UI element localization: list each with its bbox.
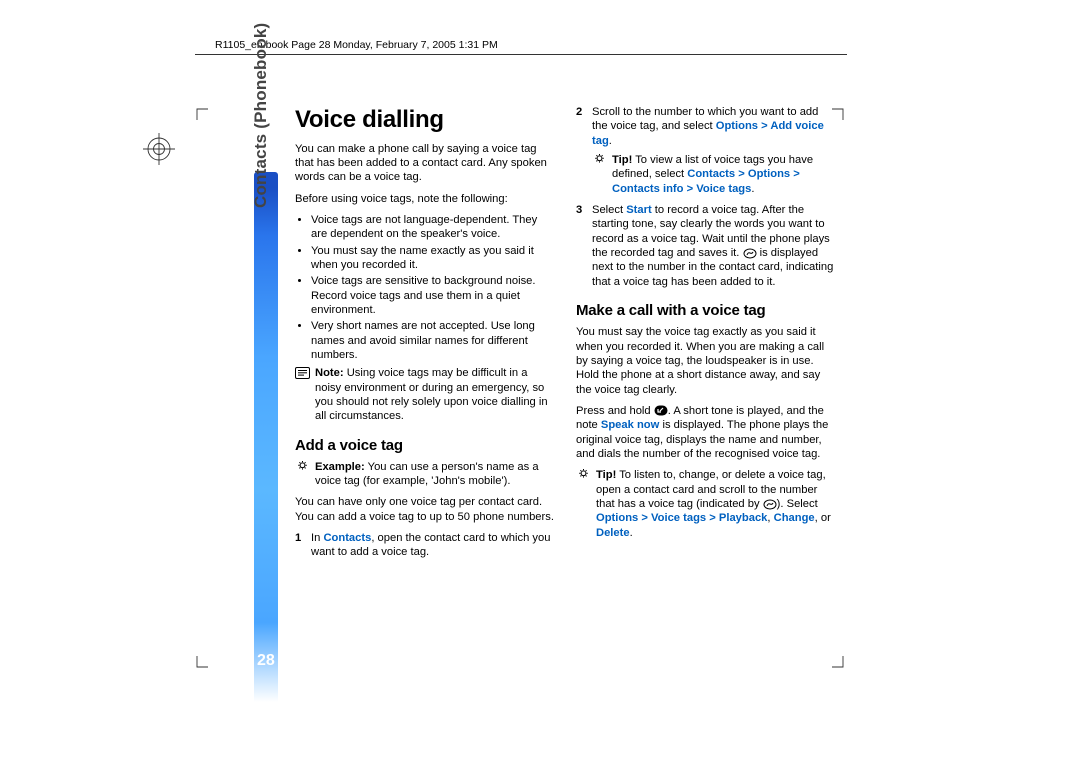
step-3-link-start: Start xyxy=(626,204,652,216)
bullet-list: Voice tags are not language-dependent. T… xyxy=(295,213,554,362)
tip-icon-1 xyxy=(592,153,610,196)
step-1: 1 In Contacts, open the contact card to … xyxy=(295,531,554,560)
tip-2-label: Tip! xyxy=(596,469,616,481)
steps-list-2: 2 Scroll to the number to which you want… xyxy=(576,105,835,148)
heading-voice-dialling: Voice dialling xyxy=(295,105,554,136)
step-3-body: Select Start to record a voice tag. Afte… xyxy=(592,203,835,289)
crop-registration-target xyxy=(143,133,175,165)
step-2-post: . xyxy=(609,135,612,147)
note-body: Using voice tags may be difficult in a n… xyxy=(315,367,548,422)
note-text: Note: Using voice tags may be difficult … xyxy=(315,366,554,423)
tip-2-link-1: Options > Voice tags > Playback xyxy=(596,512,767,524)
example-text: Example: You can use a person's name as … xyxy=(315,460,554,489)
note-label: Note: xyxy=(315,367,344,379)
heading-add-voice-tag: Add a voice tag xyxy=(295,436,554,455)
note-block: Note: Using voice tags may be difficult … xyxy=(295,366,554,423)
tip-1-label: Tip! xyxy=(612,154,632,166)
side-tab-gradient xyxy=(254,172,278,702)
note-icon xyxy=(295,366,313,423)
step-2-number: 2 xyxy=(576,105,592,148)
make-paragraph-1: You must say the voice tag exactly as yo… xyxy=(576,325,835,397)
steps-list-3: 3 Select Start to record a voice tag. Af… xyxy=(576,203,835,289)
bullet-4: Very short names are not accepted. Use l… xyxy=(311,319,554,362)
make2-pre: Press and hold xyxy=(576,405,654,417)
tip-icon-2 xyxy=(576,468,594,540)
tip-1-post: . xyxy=(751,183,754,195)
step-1-number: 1 xyxy=(295,531,311,560)
step-1-body: In Contacts, open the contact card to wh… xyxy=(311,531,554,560)
step-2-body: Scroll to the number to which you want t… xyxy=(592,105,835,148)
voice-tag-indicator-icon-2 xyxy=(763,497,777,511)
tip-2-block: Tip! To listen to, change, or delete a v… xyxy=(576,468,835,540)
tip-2-link-3: Delete xyxy=(596,527,630,539)
tip-2-link-2: Change xyxy=(774,512,815,524)
before-line: Before using voice tags, note the follow… xyxy=(295,192,554,206)
limit-paragraph: You can have only one voice tag per cont… xyxy=(295,495,554,524)
column-right: 2 Scroll to the number to which you want… xyxy=(576,105,835,565)
tip-2-or: , or xyxy=(815,512,831,524)
page-body: Contacts (Phonebook) 28 Voice dialling Y… xyxy=(195,105,845,670)
bullet-3: Voice tags are sensitive to background n… xyxy=(311,274,554,317)
step-3: 3 Select Start to record a voice tag. Af… xyxy=(576,203,835,289)
speak-now-label: Speak now xyxy=(601,419,659,431)
tip-1-block: Tip! To view a list of voice tags you ha… xyxy=(576,153,835,196)
side-section-label: Contacts (Phonebook) xyxy=(251,23,271,208)
step-1-link-contacts: Contacts xyxy=(323,532,371,544)
send-key-icon xyxy=(654,404,668,418)
page-number: 28 xyxy=(257,652,275,670)
tip-2-text: Tip! To listen to, change, or delete a v… xyxy=(596,468,835,540)
example-block: Example: You can use a person's name as … xyxy=(295,460,554,489)
step-1-pre: In xyxy=(311,532,323,544)
make-paragraph-2: Press and hold . A short tone is played,… xyxy=(576,404,835,461)
steps-list-1: 1 In Contacts, open the contact card to … xyxy=(295,531,554,560)
example-label: Example: xyxy=(315,461,365,473)
content-columns: Voice dialling You can make a phone call… xyxy=(295,105,835,565)
voice-tag-indicator-icon xyxy=(743,246,757,260)
tip-1-text: Tip! To view a list of voice tags you ha… xyxy=(612,153,835,196)
tip-2-mid: ). Select xyxy=(777,498,818,510)
intro-paragraph: You can make a phone call by saying a vo… xyxy=(295,142,554,185)
tip-2-post: . xyxy=(630,527,633,539)
header-rule xyxy=(195,54,847,55)
step-3-number: 3 xyxy=(576,203,592,289)
step-3-pre: Select xyxy=(592,204,626,216)
bullet-1: Voice tags are not language-dependent. T… xyxy=(311,213,554,242)
example-icon xyxy=(295,460,313,489)
step-2: 2 Scroll to the number to which you want… xyxy=(576,105,835,148)
column-left: Voice dialling You can make a phone call… xyxy=(295,105,554,565)
heading-make-call: Make a call with a voice tag xyxy=(576,301,835,320)
bullet-2: You must say the name exactly as you sai… xyxy=(311,244,554,273)
